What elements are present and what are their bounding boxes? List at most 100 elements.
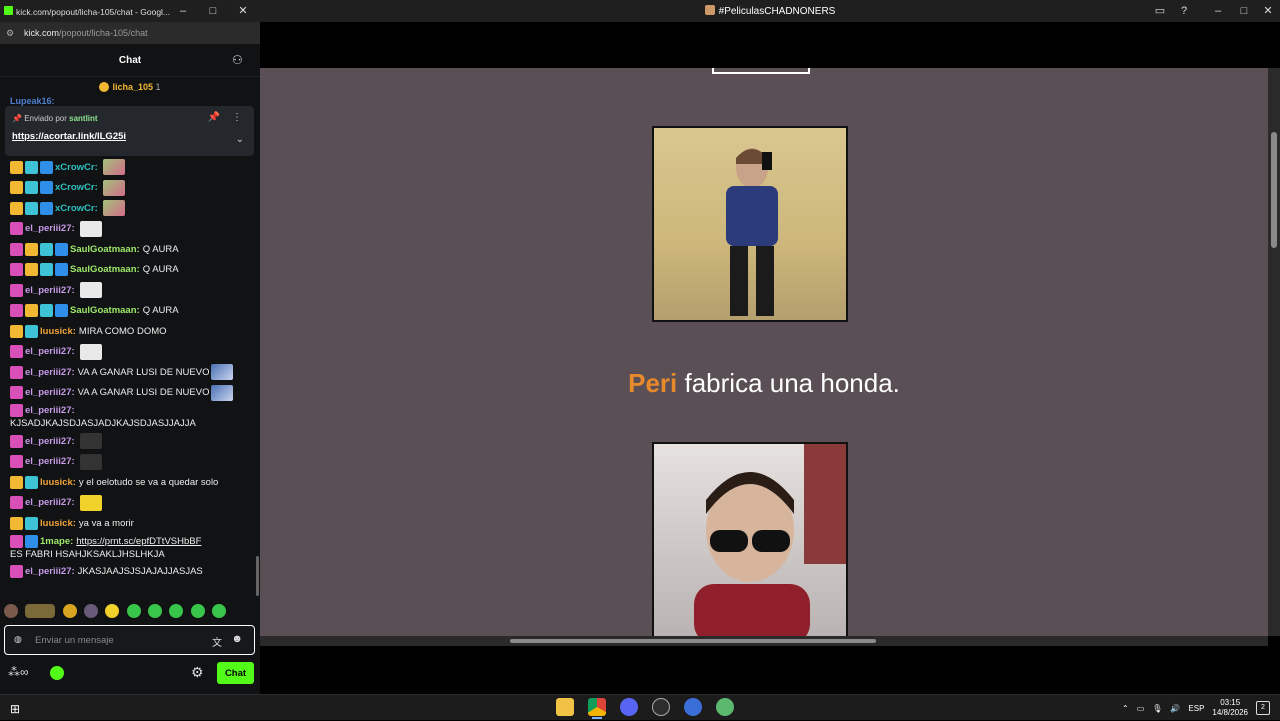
send-chat-button[interactable]: Chat [217, 662, 254, 684]
pinned-link[interactable]: https://acortar.link/lLG25i [12, 131, 126, 142]
chat-username[interactable]: luusick: [40, 476, 76, 489]
clock[interactable]: 03:15 14/8/2026 [1212, 698, 1248, 718]
chat-message[interactable]: SaulGoatmaan: Q AURA [0, 300, 258, 321]
chat-username[interactable]: el_periii27: [25, 496, 75, 509]
chat-message[interactable]: SaulGoatmaan: Q AURA [0, 259, 258, 280]
user-settings-icon[interactable]: ⚇ [232, 53, 248, 69]
app-icon[interactable] [716, 698, 734, 716]
sparkle-badge-icon[interactable] [55, 242, 68, 256]
og-badge-icon[interactable] [10, 496, 23, 510]
emote-icon[interactable] [148, 603, 163, 618]
address-bar[interactable]: ⚙ kick.com/popout/licha-105/chat [0, 22, 260, 44]
sub-badge-icon[interactable] [25, 160, 38, 174]
stream-horizontal-scrollbar[interactable] [260, 636, 1268, 646]
emote-icon[interactable] [169, 603, 184, 618]
chevron-up-icon[interactable]: ⌃ [1122, 704, 1129, 713]
og-badge-icon[interactable] [10, 404, 23, 417]
help-icon[interactable]: ? [1176, 3, 1192, 19]
emote-icon[interactable] [105, 603, 120, 618]
chat-message[interactable]: el_periii27: [0, 430, 258, 451]
sub-badge-icon[interactable] [25, 324, 38, 338]
chat-message[interactable]: luusick: MIRA COMO DOMO [0, 320, 258, 341]
og-badge-icon[interactable] [10, 534, 23, 548]
sparkle-badge-icon[interactable] [40, 160, 53, 174]
og-badge-icon[interactable] [10, 242, 23, 256]
chat-username[interactable]: el_periii27: [25, 565, 75, 578]
emote-icon[interactable] [190, 603, 205, 618]
chat-message[interactable]: el_periii27: [0, 218, 258, 239]
maximize-icon[interactable]: □ [1236, 3, 1252, 19]
chat-username[interactable]: xCrowCr: [55, 181, 98, 194]
crown-badge-icon[interactable] [10, 201, 23, 215]
emote-icon[interactable] [25, 603, 56, 618]
chat-username[interactable]: 1mape: [40, 535, 73, 548]
scrollbar-thumb[interactable] [1271, 132, 1277, 248]
kick-logo-icon[interactable] [50, 666, 64, 680]
emote-icon[interactable] [126, 603, 141, 618]
sub-badge-icon[interactable] [40, 242, 53, 256]
chat-username[interactable]: el_periii27: [25, 222, 75, 235]
crown-badge-icon[interactable] [10, 181, 23, 195]
file-explorer-icon[interactable] [556, 698, 574, 716]
more-options-icon[interactable]: ⋮ [232, 112, 242, 123]
chat-username[interactable]: el_periii27: [25, 366, 75, 379]
sub-badge-icon[interactable] [40, 263, 53, 277]
chat-message[interactable]: el_periii27: KJSADJKAJSDJASJADJKAJSDJASJJ… [0, 402, 258, 430]
chat-window-titlebar[interactable]: kick.com/popout/licha-105/chat - Googl..… [0, 0, 260, 22]
sub-badge-icon[interactable] [25, 181, 38, 195]
channel-host[interactable]: licha_105 1 [0, 82, 260, 96]
gear-icon[interactable]: ⚙ [191, 664, 204, 681]
emote-icon[interactable] [62, 603, 77, 618]
points-icon[interactable]: ⁂∞ [8, 665, 29, 679]
chat-link[interactable]: https://prnt.sc/epfDTtVSHbBF [76, 535, 201, 548]
sparkle-badge-icon[interactable] [25, 534, 38, 548]
chat-username[interactable]: el_periii27: [25, 284, 75, 297]
chat-message[interactable]: el_periii27: [0, 451, 258, 472]
chat-message[interactable]: xCrowCr: [0, 177, 258, 198]
chat-username[interactable]: SaulGoatmaan: [70, 304, 140, 317]
chat-message[interactable]: xCrowCr: [0, 197, 258, 218]
windows-start-icon[interactable]: ⊞ [10, 702, 20, 716]
chat-message[interactable]: SaulGoatmaan: Q AURA [0, 238, 258, 259]
minimize-icon[interactable]: – [176, 4, 190, 18]
maximize-icon[interactable]: □ [206, 4, 220, 18]
notifications-icon[interactable]: 2 [1256, 701, 1270, 715]
pin-icon[interactable]: 📌 [208, 112, 220, 123]
chevron-down-icon[interactable]: ⌄ [236, 134, 244, 145]
stream-window-titlebar[interactable]: #PeliculasCHADNONERS ▭ ? – □ ✕ [260, 0, 1280, 22]
crown-badge-icon[interactable] [10, 475, 23, 489]
chat-username[interactable]: xCrowCr: [55, 202, 98, 215]
og-badge-icon[interactable] [10, 386, 23, 400]
og-badge-icon[interactable] [10, 263, 23, 277]
chat-message-input[interactable] [35, 633, 195, 648]
emote-icon[interactable] [4, 603, 18, 618]
chat-message[interactable]: el_periii27: VA A GANAR LUSI DE NUEVO [0, 382, 258, 403]
partial-message-user[interactable]: Lupeak16: [10, 96, 55, 106]
og-badge-icon[interactable] [10, 434, 23, 448]
scrollbar-thumb[interactable] [510, 639, 876, 643]
og-badge-icon[interactable] [10, 222, 23, 236]
og-badge-icon[interactable] [10, 455, 23, 469]
crown-badge-icon[interactable] [10, 160, 23, 174]
chrome-icon[interactable] [588, 698, 606, 719]
stream-vertical-scrollbar[interactable] [1268, 68, 1280, 636]
close-icon[interactable]: ✕ [236, 4, 250, 18]
discord-icon[interactable] [620, 698, 638, 716]
chat-message[interactable]: el_periii27: [0, 341, 258, 362]
close-icon[interactable]: ✕ [1260, 3, 1276, 19]
og-badge-icon[interactable] [10, 365, 23, 379]
sub-badge-icon[interactable] [25, 516, 38, 530]
minimize-icon[interactable]: – [1210, 3, 1226, 19]
crown-badge-icon[interactable] [25, 263, 38, 277]
chat-message[interactable]: el_periii27: [0, 279, 258, 300]
chat-message-list[interactable]: xCrowCr: xCrowCr: xCrowCr: el_periii27: Saul… [0, 156, 258, 596]
address-url[interactable]: kick.com/popout/licha-105/chat [24, 28, 148, 38]
chat-username[interactable]: el_periii27: [25, 455, 75, 468]
sub-badge-icon[interactable] [40, 304, 53, 318]
chat-username[interactable]: SaulGoatmaan: [70, 243, 140, 256]
app-icon[interactable] [684, 698, 702, 716]
emote-bar[interactable] [4, 603, 256, 621]
site-settings-icon[interactable]: ⚙ [6, 28, 16, 38]
emoji-icon[interactable]: ☻ [231, 633, 243, 645]
translate-icon[interactable]: 文 [212, 634, 222, 649]
